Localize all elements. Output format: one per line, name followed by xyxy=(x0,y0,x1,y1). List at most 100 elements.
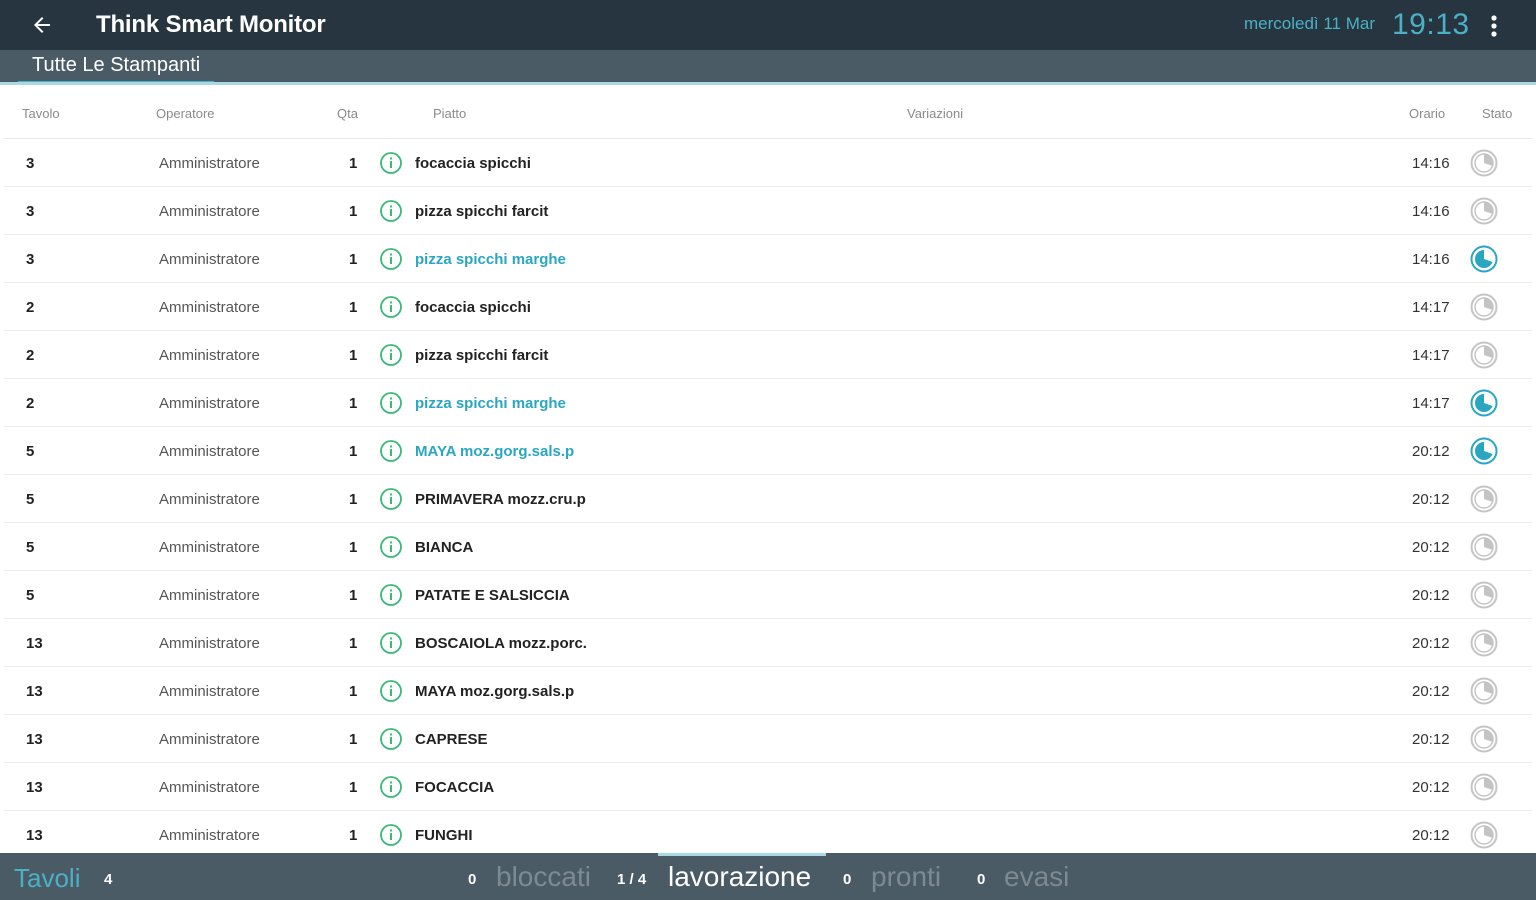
status-in-progress-icon[interactable] xyxy=(1470,389,1498,417)
table-row[interactable]: 13 Amministratore 1 FOCACCIA 20:12 xyxy=(4,763,1532,811)
row-qta: 1 xyxy=(349,203,358,220)
bloccati-count: 0 xyxy=(468,871,477,888)
back-button[interactable] xyxy=(22,7,62,43)
tab-all-printers[interactable]: Tutte Le Stampanti xyxy=(18,50,215,84)
table-row[interactable]: 13 Amministratore 1 CAPRESE 20:12 xyxy=(4,715,1532,763)
info-icon[interactable] xyxy=(379,439,403,463)
info-icon[interactable] xyxy=(379,391,403,415)
row-qta: 1 xyxy=(349,395,358,412)
current-date: mercoledì 11 Mar xyxy=(1244,14,1376,33)
status-in-progress-icon[interactable] xyxy=(1470,437,1498,465)
top-app-bar: Think Smart Monitor mercoledì 11 Mar 19:… xyxy=(0,0,1536,50)
row-piatto: FUNGHI xyxy=(415,827,473,844)
row-orario: 20:12 xyxy=(1412,779,1450,796)
table-row[interactable]: 5 Amministratore 1 MAYA moz.gorg.sals.p 20:1… xyxy=(4,427,1532,475)
row-orario: 14:17 xyxy=(1412,347,1450,364)
more-vert-icon xyxy=(1491,15,1497,37)
row-tavolo: 5 xyxy=(26,539,35,556)
row-piatto: MAYA moz.gorg.sals.p xyxy=(415,443,575,460)
table-row[interactable]: 2 Amministratore 1 focaccia spicchi 14:17 xyxy=(4,283,1532,331)
info-icon[interactable] xyxy=(379,199,403,223)
row-operatore: Amministratore xyxy=(159,443,260,460)
info-icon[interactable] xyxy=(379,487,403,511)
table-row[interactable]: 13 Amministratore 1 BOSCAIOLA mozz.porc. 20:… xyxy=(4,619,1532,667)
table-row[interactable]: 13 Amministratore 1 FUNGHI 20:12 xyxy=(4,811,1532,859)
row-qta: 1 xyxy=(349,155,358,172)
status-pending-icon[interactable] xyxy=(1470,149,1498,177)
row-qta: 1 xyxy=(349,299,358,316)
status-pending-icon[interactable] xyxy=(1470,677,1498,705)
info-icon[interactable] xyxy=(379,535,403,559)
row-tavolo: 13 xyxy=(26,827,43,844)
info-icon[interactable] xyxy=(379,775,403,799)
table-row[interactable]: 2 Amministratore 1 pizza spicchi farcit 14:1… xyxy=(4,331,1532,379)
info-icon[interactable] xyxy=(379,631,403,655)
status-pending-icon[interactable] xyxy=(1470,533,1498,561)
table-row[interactable]: 3 Amministratore 1 pizza spicchi marghe 14:1… xyxy=(4,235,1532,283)
row-operatore: Amministratore xyxy=(159,395,260,412)
row-orario: 14:16 xyxy=(1412,155,1450,172)
status-pending-icon[interactable] xyxy=(1470,485,1498,513)
table-row[interactable]: 13 Amministratore 1 MAYA moz.gorg.sals.p 20:… xyxy=(4,667,1532,715)
overflow-menu-button[interactable] xyxy=(1482,10,1506,42)
info-icon[interactable] xyxy=(379,583,403,607)
row-tavolo: 5 xyxy=(26,443,35,460)
status-pending-icon[interactable] xyxy=(1470,197,1498,225)
header-operatore: Operatore xyxy=(156,106,215,121)
info-icon[interactable] xyxy=(379,295,403,319)
status-pending-icon[interactable] xyxy=(1470,773,1498,801)
row-orario: 20:12 xyxy=(1412,731,1450,748)
active-filter-indicator xyxy=(658,853,826,856)
table-row[interactable]: 5 Amministratore 1 PATATE E SALSICCIA 20:12 xyxy=(4,571,1532,619)
filter-evasi[interactable]: evasi xyxy=(1004,861,1069,893)
row-orario: 20:12 xyxy=(1412,587,1450,604)
row-piatto: pizza spicchi marghe xyxy=(415,251,566,268)
row-operatore: Amministratore xyxy=(159,299,260,316)
status-pending-icon[interactable] xyxy=(1470,821,1498,849)
row-qta: 1 xyxy=(349,539,358,556)
info-icon[interactable] xyxy=(379,343,403,367)
filter-lavorazione[interactable]: lavorazione xyxy=(668,861,811,893)
row-piatto: BIANCA xyxy=(415,539,474,556)
filter-pronti[interactable]: pronti xyxy=(871,861,941,893)
status-pending-icon[interactable] xyxy=(1470,629,1498,657)
row-operatore: Amministratore xyxy=(159,491,260,508)
row-qta: 1 xyxy=(349,683,358,700)
status-in-progress-icon[interactable] xyxy=(1470,245,1498,273)
status-pending-icon[interactable] xyxy=(1470,341,1498,369)
table-row[interactable]: 5 Amministratore 1 PRIMAVERA mozz.cru.p 20:1… xyxy=(4,475,1532,523)
row-operatore: Amministratore xyxy=(159,827,260,844)
row-piatto: FOCACCIA xyxy=(415,779,495,796)
status-pending-icon[interactable] xyxy=(1470,293,1498,321)
table-row[interactable]: 3 Amministratore 1 pizza spicchi farcit 14:1… xyxy=(4,187,1532,235)
evasi-count: 0 xyxy=(977,871,986,888)
table-row[interactable]: 3 Amministratore 1 focaccia spicchi 14:16 xyxy=(4,139,1532,187)
row-operatore: Amministratore xyxy=(159,731,260,748)
row-tavolo: 5 xyxy=(26,491,35,508)
row-tavolo: 3 xyxy=(26,155,35,172)
row-orario: 20:12 xyxy=(1412,539,1450,556)
info-icon[interactable] xyxy=(379,727,403,751)
info-icon[interactable] xyxy=(379,679,403,703)
row-piatto: focaccia spicchi xyxy=(415,155,531,172)
status-pending-icon[interactable] xyxy=(1470,581,1498,609)
row-operatore: Amministratore xyxy=(159,779,260,796)
filter-bloccati[interactable]: bloccati xyxy=(496,861,591,893)
row-tavolo: 2 xyxy=(26,395,35,412)
table-row[interactable]: 2 Amministratore 1 pizza spicchi marghe 14:1… xyxy=(4,379,1532,427)
arrow-left-icon xyxy=(34,17,50,33)
bottom-status-bar: Tavoli 4 0 bloccati 1 / 4 lavorazione 0 … xyxy=(0,853,1536,900)
tavoli-button[interactable]: Tavoli xyxy=(14,863,80,894)
info-icon[interactable] xyxy=(379,151,403,175)
current-time: 19:13 xyxy=(1392,8,1470,41)
info-icon[interactable] xyxy=(379,823,403,847)
header-piatto: Piatto xyxy=(433,106,467,121)
header-stato: Stato xyxy=(1482,106,1513,121)
info-icon[interactable] xyxy=(379,247,403,271)
row-qta: 1 xyxy=(349,587,358,604)
app-title: Think Smart Monitor xyxy=(96,11,326,38)
row-operatore: Amministratore xyxy=(159,635,260,652)
table-row[interactable]: 5 Amministratore 1 BIANCA 20:12 xyxy=(4,523,1532,571)
row-qta: 1 xyxy=(349,779,358,796)
status-pending-icon[interactable] xyxy=(1470,725,1498,753)
